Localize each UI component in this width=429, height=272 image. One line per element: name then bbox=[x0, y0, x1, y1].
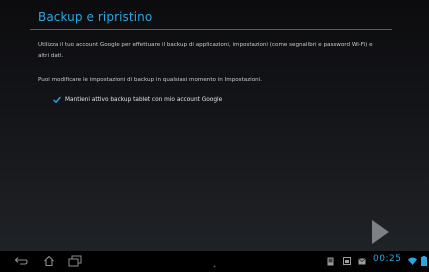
page-title: Backup e ripristino bbox=[38, 10, 153, 24]
system-navigation-bar bbox=[0, 251, 429, 271]
check-icon bbox=[53, 96, 61, 103]
status-clock: 00:25 bbox=[373, 254, 402, 264]
setup-screen: Backup e ripristino Utilizza il tuo acco… bbox=[0, 0, 429, 251]
gallery-icon bbox=[327, 255, 334, 267]
backup-description: Utilizza il tuo account Google per effet… bbox=[38, 42, 373, 59]
back-icon[interactable] bbox=[14, 255, 28, 267]
title-divider bbox=[30, 29, 392, 30]
home-icon[interactable] bbox=[43, 255, 55, 267]
settings-hint: Puoi modificare le impostazioni di backu… bbox=[38, 77, 263, 83]
backup-checkbox-label: Mantieni attivo backup tablet con mio ac… bbox=[65, 97, 223, 103]
play-arrow-icon bbox=[372, 220, 389, 244]
email-icon bbox=[358, 255, 366, 267]
wifi-icon bbox=[408, 255, 417, 267]
screenshot-icon bbox=[343, 255, 351, 267]
recents-icon[interactable] bbox=[68, 255, 82, 267]
next-button[interactable] bbox=[368, 218, 392, 246]
center-dot-icon bbox=[213, 260, 216, 272]
backup-checkbox-row[interactable]: Mantieni attivo backup tablet con mio ac… bbox=[53, 96, 222, 104]
backup-checkbox[interactable] bbox=[53, 96, 61, 104]
battery-icon bbox=[421, 255, 427, 267]
